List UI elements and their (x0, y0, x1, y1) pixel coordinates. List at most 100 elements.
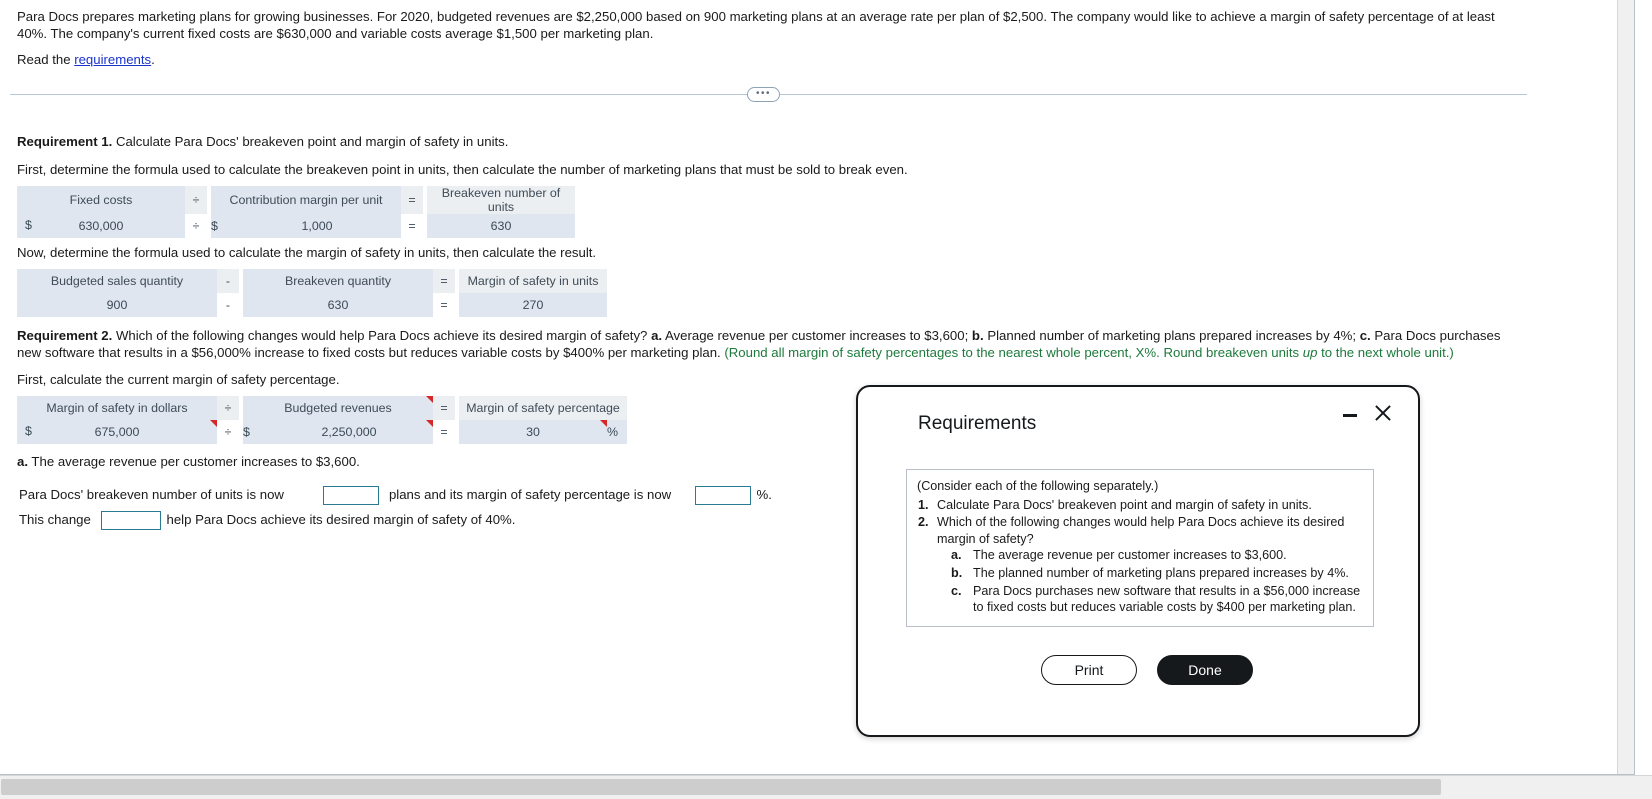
sub-question-a: a. The average revenue per customer incr… (17, 453, 360, 470)
col-header-breakeven-qty: Breakeven quantity (243, 269, 433, 293)
list-item-number: 1. (918, 497, 929, 512)
read-prefix: Read the (17, 52, 75, 67)
vertical-scrollbar[interactable] (1617, 0, 1634, 774)
list-item-number: a. (951, 548, 962, 563)
list-item-text: Calculate Para Docs' breakeven point and… (937, 497, 1312, 512)
cell-fixed-costs[interactable]: $ 630,000 (17, 214, 185, 238)
col-header-breakeven-units: Breakeven number of units (427, 186, 575, 214)
requirement-2-prompt-1: First, calculate the current margin of s… (17, 372, 340, 387)
option-b-text: Planned number of marketing plans prepar… (983, 328, 1360, 343)
requirement-2-text: Which of the following changes would hel… (112, 328, 652, 343)
cell-budgeted-sales-qty[interactable]: 900 (17, 293, 217, 317)
dialog-lead-text: (Consider each of the following separate… (917, 479, 1159, 493)
requirement-2-label: Requirement 2. (17, 328, 113, 343)
requirements-dialog: Requirements (Consider each of the follo… (856, 385, 1420, 737)
cell-breakeven-units[interactable]: 630 (427, 214, 575, 238)
answer-line-2-text-1: This change (19, 511, 91, 527)
requirement-2-heading: Requirement 2. Which of the following ch… (17, 327, 1521, 361)
answer-line-1-text-2: plans and its margin of safety percentag… (388, 486, 672, 502)
list-item-text: Para Docs purchases new software that re… (973, 583, 1361, 615)
col-header-budgeted-revenues: Budgeted revenues (243, 396, 433, 420)
answer-line-1-text-1: Para Docs' breakeven number of units is … (19, 486, 284, 502)
operator-divide-header: ÷ (185, 186, 207, 214)
minimize-icon[interactable] (1340, 404, 1360, 424)
cell-contribution-margin[interactable]: 1,000 (233, 214, 401, 238)
list-item: c. Para Docs purchases new software that… (951, 583, 1363, 616)
list-item-number: 2. (918, 515, 929, 530)
cell-breakeven-qty[interactable]: 630 (243, 293, 433, 317)
read-suffix: . (151, 52, 155, 67)
list-item-text: Which of the following changes would hel… (937, 515, 1345, 546)
option-c-label: c. (1359, 328, 1371, 343)
requirements-list: 1. Calculate Para Docs' breakeven point … (915, 497, 1363, 616)
cell-fixed-costs-value: 630,000 (78, 219, 124, 233)
print-button[interactable]: Print (1041, 655, 1137, 685)
sub-question-a-text: The average revenue per customer increas… (28, 454, 360, 469)
operator-equals-3: = (433, 420, 455, 444)
table-row: Budgeted sales quantity - Breakeven quan… (17, 269, 607, 293)
currency-symbol-4: $ (243, 420, 265, 444)
requirement-1-heading: Requirement 1. Calculate Para Docs' brea… (17, 133, 508, 150)
breakeven-units-input[interactable] (323, 486, 380, 505)
requirements-sublist: a. The average revenue per customer incr… (937, 547, 1363, 615)
rounding-note-italic: up (1302, 345, 1318, 360)
operator-divide-header-3: ÷ (217, 396, 239, 420)
table-row: Fixed costs ÷ Contribution margin per un… (17, 186, 575, 214)
percent-sign: % (607, 420, 627, 444)
margin-of-safety-units-table: Budgeted sales quantity - Breakeven quan… (17, 269, 607, 317)
operator-minus: - (217, 293, 239, 317)
currency-symbol-2: $ (211, 214, 233, 238)
horizontal-scrollbar-thumb[interactable] (1, 779, 1441, 795)
list-item-number: c. (951, 583, 962, 598)
dialog-title: Requirements (918, 413, 1037, 434)
cell-margin-safety-dollars-value: 675,000 (94, 425, 140, 439)
currency-symbol-3: $ (25, 424, 32, 438)
list-item: b. The planned number of marketing plans… (951, 565, 1363, 582)
answer-line-1: Para Docs' breakeven number of units is … (19, 486, 772, 505)
rounding-note-part-2: to the next whole unit.) (1317, 345, 1454, 360)
read-requirements-line: Read the requirements. (17, 52, 155, 67)
list-item: 1. Calculate Para Docs' breakeven point … (918, 497, 1363, 514)
list-item-text: The planned number of marketing plans pr… (973, 565, 1349, 580)
question-content-area: Para Docs prepares marketing plans for g… (0, 0, 1635, 775)
margin-of-safety-percentage-table: Margin of safety in dollars ÷ Budgeted r… (17, 396, 627, 444)
operator-equals: = (401, 214, 423, 238)
answer-line-1-text-3: %. (756, 486, 772, 502)
requirement-1-text: Calculate Para Docs' breakeven point and… (112, 134, 509, 149)
divider-collapse-handle[interactable]: ••• (747, 87, 780, 102)
done-button[interactable]: Done (1157, 655, 1253, 685)
col-header-margin-safety-percentage: Margin of safety percentage (459, 396, 627, 420)
close-icon[interactable] (1372, 402, 1394, 424)
change-effect-dropdown[interactable] (100, 511, 161, 530)
operator-equals-header: = (401, 186, 423, 214)
horizontal-scrollbar[interactable] (0, 775, 1652, 799)
operator-equals-2: = (433, 293, 455, 317)
option-a-label: a. (651, 328, 663, 343)
dialog-content: (Consider each of the following separate… (906, 469, 1374, 627)
list-item: a. The average revenue per customer incr… (951, 547, 1363, 564)
operator-divide: ÷ (185, 214, 207, 238)
cell-margin-safety-percentage[interactable]: 30 (459, 420, 607, 444)
cell-budgeted-revenues[interactable]: 2,250,000 (265, 420, 433, 444)
problem-statement: Para Docs prepares marketing plans for g… (17, 9, 1495, 41)
operator-minus-header: - (217, 269, 239, 293)
col-header-margin-safety-dollars: Margin of safety in dollars (17, 396, 217, 420)
operator-divide-3: ÷ (217, 420, 239, 444)
cell-margin-safety-dollars[interactable]: $ 675,000 (17, 420, 217, 444)
col-header-budgeted-sales-qty: Budgeted sales quantity (17, 269, 217, 293)
answer-line-2-text-2: help Para Docs achieve its desired margi… (166, 511, 516, 527)
requirement-1-prompt-2: Now, determine the formula used to calcu… (17, 245, 597, 260)
list-item-number: b. (951, 565, 963, 580)
rounding-note-part-1: (Round all margin of safety percentages … (724, 345, 1303, 360)
sub-question-a-label: a. (17, 454, 28, 469)
operator-equals-header-2: = (433, 269, 455, 293)
option-a-text: Average revenue per customer increases t… (662, 328, 972, 343)
currency-symbol: $ (25, 218, 32, 232)
margin-safety-percentage-input[interactable] (694, 486, 751, 505)
cell-margin-safety-units[interactable]: 270 (459, 293, 607, 317)
operator-equals-header-3: = (433, 396, 455, 420)
list-item: 2. Which of the following changes would … (918, 514, 1363, 616)
table-row: Margin of safety in dollars ÷ Budgeted r… (17, 396, 627, 420)
requirements-link[interactable]: requirements (74, 52, 151, 67)
answer-line-2: This change help Para Docs achieve its d… (19, 511, 515, 530)
